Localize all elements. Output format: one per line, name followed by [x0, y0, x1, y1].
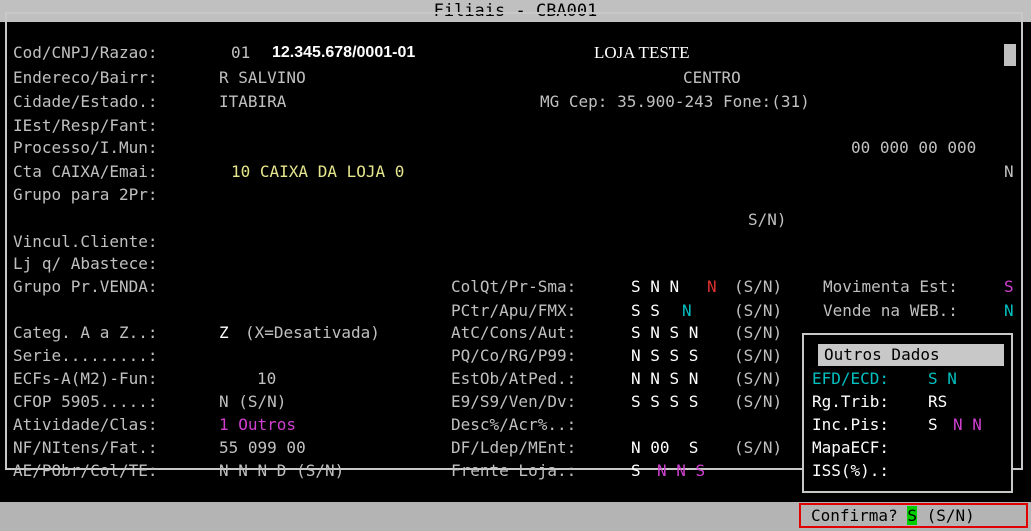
pctr-value-b[interactable]: N	[682, 300, 692, 322]
grupo-venda-label: Grupo Pr.VENDA:	[13, 277, 158, 296]
categ-field[interactable]: Z	[219, 322, 229, 344]
pctr-value-a[interactable]: S S	[631, 300, 660, 322]
cfop-label: CFOP 5905.....:	[13, 392, 158, 411]
efd-value[interactable]: S N	[928, 368, 957, 390]
pq-label: PQ/Co/RG/P99:	[451, 346, 577, 365]
imun-field[interactable]: 00 000 00 000	[851, 137, 976, 159]
frente-value-a[interactable]: S	[631, 460, 641, 482]
estado-cep-fone-field[interactable]: MG Cep: 35.900-243 Fone:(31)	[540, 91, 810, 113]
estob-sn: (S/N)	[734, 369, 783, 388]
confirm-hint: (S/N)	[926, 506, 975, 525]
scrollbar-thumb[interactable]	[1004, 44, 1016, 66]
serie-label: Serie.........:	[13, 346, 158, 365]
cfop-field[interactable]: N (S/N)	[219, 391, 286, 413]
lj-label: Lj q/ Abastece:	[13, 254, 158, 273]
confirm-input[interactable]: S	[907, 506, 917, 525]
cidade-label: Cidade/Estado.:	[13, 92, 158, 111]
nf-label: NF/NItens/Fat.:	[13, 438, 158, 457]
cta-flag[interactable]: N	[1004, 161, 1014, 183]
incpis-value-b[interactable]: N N	[953, 414, 982, 436]
pq-value[interactable]: N S S S	[631, 345, 698, 367]
pctr-label: PCtr/Apu/FMX:	[451, 301, 577, 320]
incpis-label: Inc.Pis:	[812, 415, 890, 434]
atividade-label: Atividade/Clas:	[13, 415, 158, 434]
categ-hint: (X=Desativada)	[245, 323, 380, 342]
endereco-field[interactable]: R SALVINO	[219, 67, 306, 89]
cta-label: Cta CAIXA/Emai:	[13, 162, 158, 181]
iest-label: IEst/Resp/Fant:	[13, 116, 158, 135]
incpis-value-a[interactable]: S	[928, 414, 938, 436]
categ-label: Categ. A a Z..:	[13, 323, 158, 342]
rgtrib-value[interactable]: RS	[928, 391, 947, 413]
colqt-sn: (S/N)	[734, 277, 783, 296]
bairro-field[interactable]: CENTRO	[683, 67, 741, 89]
confirm-prompt[interactable]: Confirma? S (S/N)	[799, 503, 1028, 528]
razao-field[interactable]: LOJA TESTE	[594, 42, 690, 64]
cidade-field[interactable]: ITABIRA	[219, 91, 286, 113]
movimenta-label: Movimenta Est:	[823, 277, 958, 296]
atc-label: AtC/Cons/Aut:	[451, 323, 577, 342]
df-sn: (S/N)	[734, 438, 783, 457]
e9-sn: (S/N)	[734, 392, 783, 411]
df-value[interactable]: N 00 S	[631, 437, 698, 459]
frente-value-b[interactable]: N N S	[657, 460, 705, 482]
rgtrib-label: Rg.Trib:	[812, 392, 890, 411]
atc-value[interactable]: S N S N	[631, 322, 698, 344]
atc-sn: (S/N)	[734, 323, 783, 342]
endereco-label: Endereco/Bairr:	[13, 68, 158, 87]
estob-value[interactable]: N N S N	[631, 368, 698, 390]
iss-label: ISS(%).:	[812, 461, 890, 480]
vende-value[interactable]: N	[1004, 300, 1014, 322]
df-label: DF/Ldep/MEnt:	[451, 438, 577, 457]
colqt-value-b[interactable]: N	[707, 276, 717, 298]
movimenta-value[interactable]: S	[1004, 276, 1014, 298]
e9-value[interactable]: S S S S	[631, 391, 698, 413]
colqt-label: ColQt/Pr-Sma:	[451, 277, 577, 296]
sn-hint: S/N)	[748, 210, 787, 229]
ecfs-field[interactable]: 10	[257, 368, 276, 390]
pq-sn: (S/N)	[734, 346, 783, 365]
cta-field[interactable]: 10 CAIXA DA LOJA 0	[231, 161, 404, 183]
colqt-value-a[interactable]: S N N	[631, 276, 679, 298]
grupo2-label: Grupo para 2Pr:	[13, 185, 158, 204]
outros-dados-title: Outros Dados	[818, 344, 1004, 366]
vende-label: Vende na WEB.:	[823, 301, 958, 320]
estob-label: EstOb/AtPed.:	[451, 369, 577, 388]
processo-label: Processo/I.Mun:	[13, 138, 158, 157]
ae-field[interactable]: N N N D (S/N)	[219, 460, 344, 482]
cod-label: Cod/CNPJ/Razao:	[13, 43, 158, 62]
vincul-label: Vincul.Cliente:	[13, 232, 158, 251]
desc-label: Desc%/Acr%..:	[451, 415, 577, 434]
cnpj-field[interactable]: 12.345.678/0001-01	[272, 42, 415, 64]
cod-field[interactable]: 01	[231, 42, 250, 64]
nf-field[interactable]: 55 099 00	[219, 437, 306, 459]
pctr-sn: (S/N)	[734, 301, 783, 320]
efd-label: EFD/ECD:	[812, 369, 890, 388]
frente-label: Frente Loja.:	[451, 461, 577, 480]
e9-label: E9/S9/Ven/Dv:	[451, 392, 577, 411]
confirm-label: Confirma?	[811, 506, 898, 525]
atividade-field[interactable]: 1 Outros	[219, 414, 296, 436]
ecfs-label: ECFs-A(M2)-Fun:	[13, 369, 158, 388]
ae-label: AE/PObr/Col/TE:	[13, 461, 158, 480]
mapaecf-label: MapaECF:	[812, 438, 890, 457]
